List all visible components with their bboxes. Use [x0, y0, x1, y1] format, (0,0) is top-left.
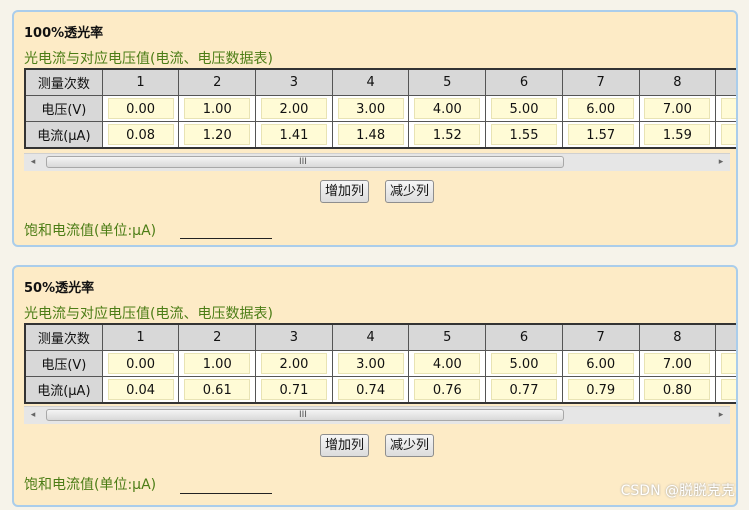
column-header: 7	[561, 323, 640, 351]
column-header: 6	[485, 323, 563, 351]
column-header: 2	[178, 323, 257, 351]
voltage-row: 电压(V) 0.00 1.00 2.00 3.00 4.00 5.00 6.00…	[24, 350, 736, 377]
scroll-left-arrow-icon[interactable]: ◂	[24, 407, 42, 424]
current-input[interactable]: 1.20	[184, 124, 251, 145]
current-input[interactable]: 0.08	[107, 124, 174, 145]
data-table: 测量次数 1 2 3 4 5 6 7 8 电压(V) 0.00 1.00 2.0…	[24, 68, 736, 149]
row-header-current: 电流(μA)	[24, 376, 103, 404]
header-row: 测量次数 1 2 3 4 5 6 7 8	[24, 68, 736, 96]
current-input[interactable]: 0.79	[567, 379, 634, 400]
column-header: 8	[638, 323, 717, 351]
scroll-left-arrow-icon[interactable]: ◂	[24, 154, 42, 171]
horizontal-scrollbar[interactable]: ◂ III ▸	[24, 153, 730, 171]
current-input[interactable]: 0.80	[644, 379, 711, 400]
voltage-input[interactable]: 1.00	[184, 98, 251, 119]
current-input[interactable]: 1.52	[414, 124, 481, 145]
current-input[interactable]: 1.57	[567, 124, 634, 145]
column-header: 4	[331, 323, 410, 351]
panel-50-transmittance: 50%透光率 光电流与对应电压值(电流、电压数据表) 测量次数 1 2 3 4 …	[12, 265, 738, 507]
current-input[interactable]: 0.04	[107, 379, 174, 400]
scrollbar-thumb[interactable]: III	[46, 156, 564, 168]
voltage-input[interactable]: 8	[721, 353, 736, 374]
panel-title: 100%透光率	[24, 26, 104, 41]
row-header-current: 电流(μA)	[24, 121, 103, 149]
column-header: 5	[408, 68, 487, 96]
voltage-input[interactable]: 5.00	[491, 98, 557, 119]
saturation-current-label: 饱和电流值(单位:μA)	[24, 477, 157, 493]
scroll-right-arrow-icon[interactable]: ▸	[712, 407, 730, 424]
column-header: 3	[255, 323, 333, 351]
column-header: 5	[408, 323, 487, 351]
row-header-voltage: 电压(V)	[24, 350, 103, 377]
voltage-input[interactable]: 5.00	[491, 353, 557, 374]
current-row: 电流(μA) 0.04 0.61 0.71 0.74 0.76 0.77 0.7…	[24, 376, 736, 404]
column-header	[715, 323, 736, 351]
voltage-input[interactable]: 1.00	[184, 353, 251, 374]
column-header: 2	[178, 68, 257, 96]
voltage-input[interactable]: 4.00	[414, 353, 481, 374]
column-header: 1	[101, 68, 180, 96]
remove-column-button[interactable]: 减少列	[385, 180, 435, 203]
scroll-right-arrow-icon[interactable]: ▸	[712, 154, 730, 171]
current-input[interactable]: 1.59	[644, 124, 711, 145]
voltage-input[interactable]: 0.00	[107, 98, 174, 119]
column-header: 6	[485, 68, 563, 96]
row-header-measure-count: 测量次数	[24, 68, 103, 96]
table-subtitle: 光电流与对应电压值(电流、电压数据表)	[24, 306, 273, 322]
table-viewport: 测量次数 1 2 3 4 5 6 7 8 电压(V) 0.00 1.00 2.0…	[24, 68, 736, 153]
current-input[interactable]: 0	[721, 379, 736, 400]
column-header	[715, 68, 736, 96]
current-input[interactable]: 0.77	[491, 379, 557, 400]
saturation-current-input[interactable]	[180, 475, 272, 494]
row-header-voltage: 电压(V)	[24, 95, 103, 122]
voltage-input[interactable]: 0.00	[107, 353, 174, 374]
column-header: 3	[255, 68, 333, 96]
column-header: 4	[331, 68, 410, 96]
voltage-input[interactable]: 6.00	[567, 98, 634, 119]
grip-icon: III	[299, 157, 307, 167]
saturation-current-label: 饱和电流值(单位:μA)	[24, 223, 157, 239]
watermark: CSDN @脱脱克克	[620, 483, 735, 499]
current-input[interactable]: 0.71	[260, 379, 327, 400]
voltage-input[interactable]: 7.00	[644, 353, 711, 374]
voltage-input[interactable]: 8	[721, 98, 736, 119]
voltage-input[interactable]: 2.00	[260, 98, 327, 119]
table-subtitle: 光电流与对应电压值(电流、电压数据表)	[24, 51, 273, 67]
add-column-button[interactable]: 增加列	[320, 434, 370, 457]
current-row: 电流(μA) 0.08 1.20 1.41 1.48 1.52 1.55 1.5…	[24, 121, 736, 149]
panel-title: 50%透光率	[24, 281, 95, 296]
scrollbar-thumb[interactable]: III	[46, 409, 564, 421]
voltage-input[interactable]: 6.00	[567, 353, 634, 374]
voltage-input[interactable]: 7.00	[644, 98, 711, 119]
header-row: 测量次数 1 2 3 4 5 6 7 8	[24, 323, 736, 351]
table-viewport: 测量次数 1 2 3 4 5 6 7 8 电压(V) 0.00 1.00 2.0…	[24, 323, 736, 408]
current-input[interactable]: 0.61	[184, 379, 251, 400]
voltage-input[interactable]: 3.00	[337, 98, 404, 119]
column-header: 1	[101, 323, 180, 351]
current-input[interactable]: 0.74	[337, 379, 404, 400]
voltage-row: 电压(V) 0.00 1.00 2.00 3.00 4.00 5.00 6.00…	[24, 95, 736, 122]
column-header: 7	[561, 68, 640, 96]
horizontal-scrollbar[interactable]: ◂ III ▸	[24, 406, 730, 424]
current-input[interactable]: 1.55	[491, 124, 557, 145]
current-input[interactable]: 1.48	[337, 124, 404, 145]
saturation-current-input[interactable]	[180, 220, 272, 239]
current-input[interactable]: 1	[721, 124, 736, 145]
add-column-button[interactable]: 增加列	[320, 180, 370, 203]
panel-100-transmittance: 100%透光率 光电流与对应电压值(电流、电压数据表) 测量次数 1 2 3 4…	[12, 10, 738, 247]
current-input[interactable]: 1.41	[260, 124, 327, 145]
voltage-input[interactable]: 4.00	[414, 98, 481, 119]
current-input[interactable]: 0.76	[414, 379, 481, 400]
voltage-input[interactable]: 2.00	[260, 353, 327, 374]
voltage-input[interactable]: 3.00	[337, 353, 404, 374]
column-header: 8	[638, 68, 717, 96]
data-table: 测量次数 1 2 3 4 5 6 7 8 电压(V) 0.00 1.00 2.0…	[24, 323, 736, 404]
remove-column-button[interactable]: 减少列	[385, 434, 435, 457]
grip-icon: III	[299, 410, 307, 420]
row-header-measure-count: 测量次数	[24, 323, 103, 351]
